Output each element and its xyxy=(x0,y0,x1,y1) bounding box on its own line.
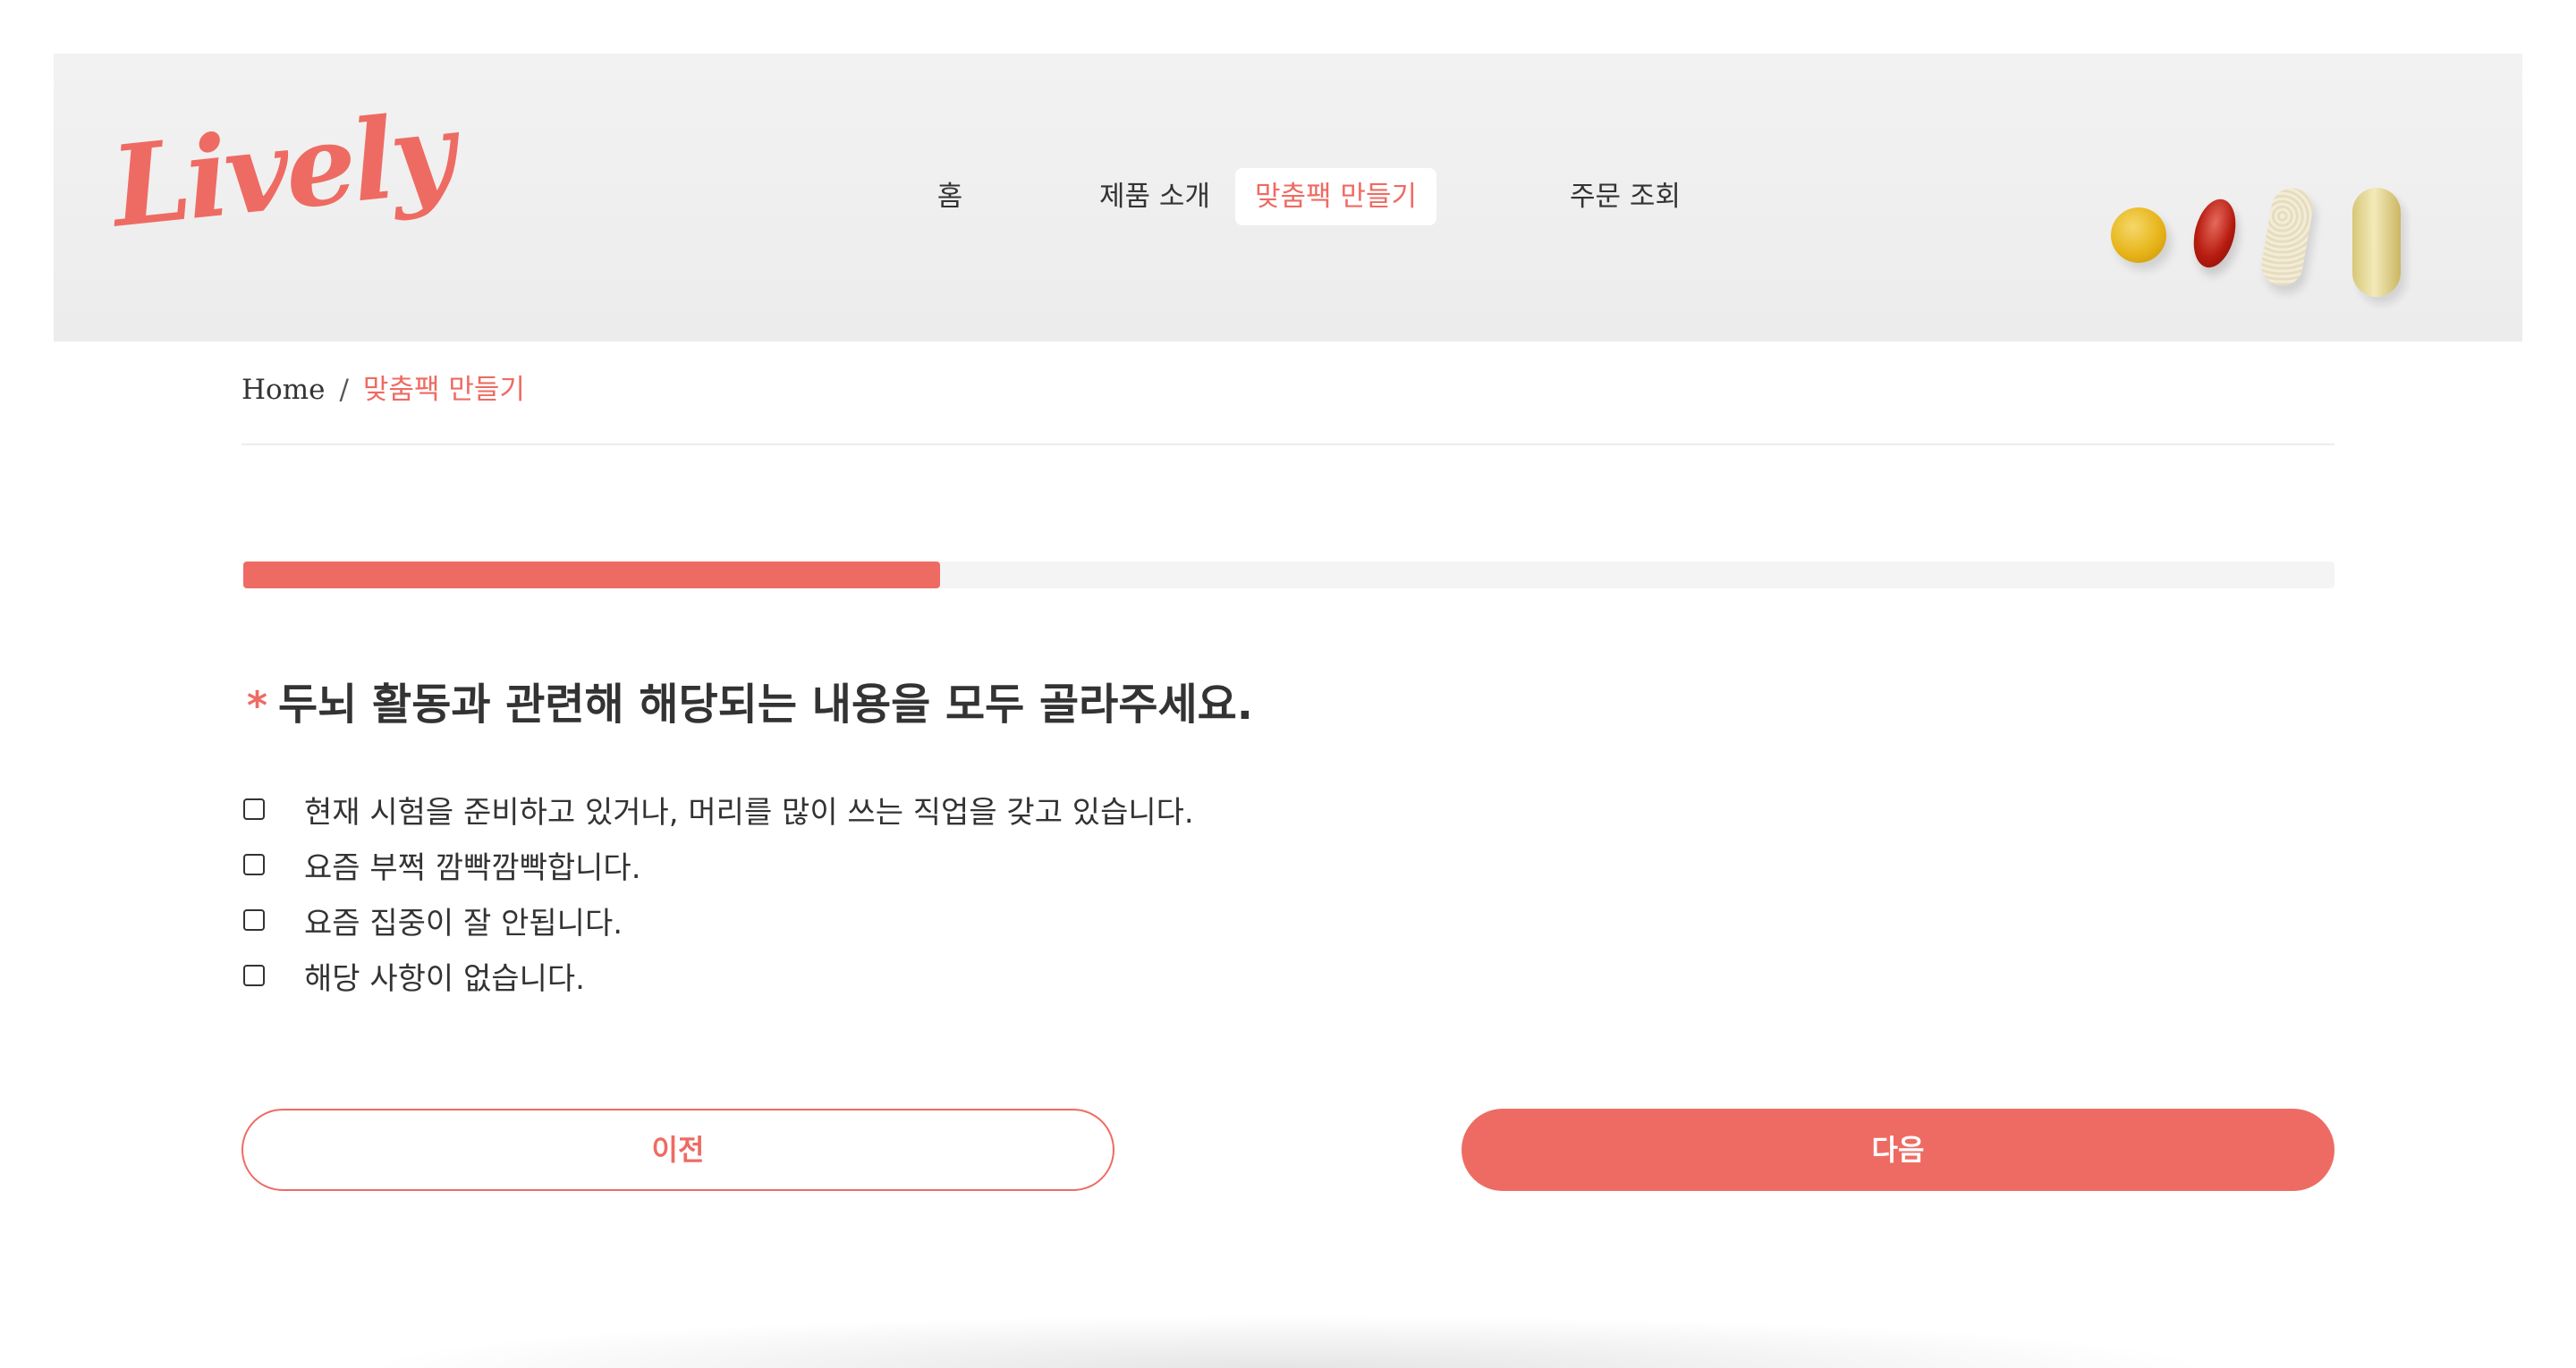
breadcrumb: Home / 맞춤팩 만들기 xyxy=(242,370,525,410)
prev-button[interactable]: 이전 xyxy=(242,1109,1114,1191)
progress-bar xyxy=(243,562,2334,588)
supplement-pills-image xyxy=(2039,134,2433,313)
nav-item-order-lookup[interactable]: 주문 조회 xyxy=(1501,168,1750,225)
checkbox[interactable] xyxy=(243,965,265,986)
option-label: 요즘 부쩍 깜빡깜빡합니다. xyxy=(304,849,641,886)
option-item[interactable]: 해당 사항이 없습니다. xyxy=(242,948,1194,1003)
white-capsule xyxy=(2258,184,2317,290)
footer-shadow xyxy=(358,1314,2218,1368)
checkbox[interactable] xyxy=(243,854,265,875)
gold-softgel xyxy=(2352,188,2401,297)
divider xyxy=(242,443,2334,445)
option-list: 현재 시험을 준비하고 있거나, 머리를 많이 쓰는 직업을 갖고 있습니다. … xyxy=(242,781,1194,1003)
yellow-tablet xyxy=(2111,207,2166,263)
next-button[interactable]: 다음 xyxy=(1462,1109,2334,1191)
option-item[interactable]: 요즘 부쩍 깜빡깜빡합니다. xyxy=(242,837,1194,892)
breadcrumb-separator: / xyxy=(339,374,349,406)
question-title: * 두뇌 활동과 관련해 해당되는 내용을 모두 골라주세요. xyxy=(247,672,1253,737)
option-label: 현재 시험을 준비하고 있거나, 머리를 많이 쓰는 직업을 갖고 있습니다. xyxy=(304,794,1194,831)
option-label: 요즘 집중이 잘 안됩니다. xyxy=(304,905,623,942)
option-item[interactable]: 현재 시험을 준비하고 있거나, 머리를 많이 쓰는 직업을 갖고 있습니다. xyxy=(242,781,1194,837)
nav-item-custom-pack[interactable]: 맞춤팩 만들기 xyxy=(1235,168,1436,225)
checkbox[interactable] xyxy=(243,909,265,931)
breadcrumb-home[interactable]: Home xyxy=(242,374,325,406)
site-header: Lively 홈 제품 소개 맞춤팩 만들기 주문 조회 xyxy=(54,54,2522,342)
progress-fill xyxy=(243,562,940,588)
question-text: 두뇌 활동과 관련해 해당되는 내용을 모두 골라주세요. xyxy=(278,680,1254,730)
breadcrumb-current: 맞춤팩 만들기 xyxy=(362,374,525,406)
required-mark: * xyxy=(247,683,268,729)
nav-item-home[interactable]: 홈 xyxy=(921,168,979,225)
option-label: 해당 사항이 없습니다. xyxy=(304,960,585,997)
checkbox[interactable] xyxy=(243,798,265,820)
red-softgel xyxy=(2187,194,2242,273)
option-item[interactable]: 요즘 집중이 잘 안됩니다. xyxy=(242,892,1194,948)
